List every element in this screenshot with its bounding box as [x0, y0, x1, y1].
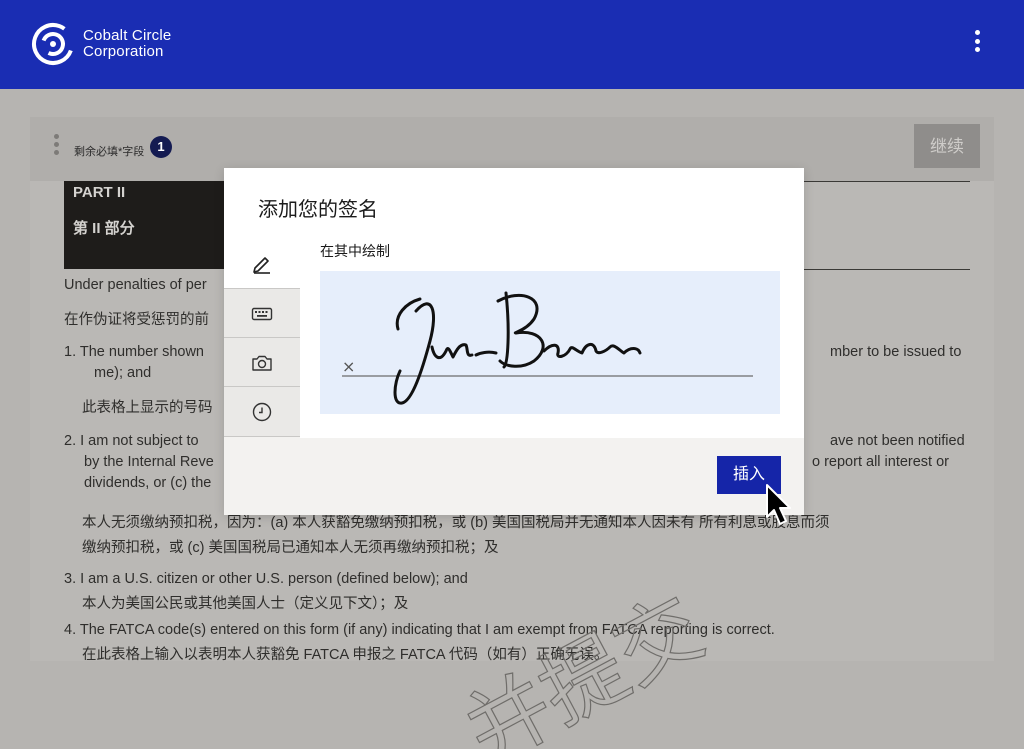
pencil-icon — [253, 257, 270, 274]
signature-modal: 添加您的签名 在其中绘制 × 插入 — [224, 168, 804, 515]
draw-panel: 在其中绘制 × — [300, 238, 804, 438]
doc-line: dividends, or (c) the — [84, 475, 212, 491]
brand-line-2: Corporation — [83, 43, 164, 60]
signature-x-mark: × — [342, 357, 355, 376]
brand-name: Cobalt Circle Corporation — [83, 28, 171, 60]
part-title-zh: 第 II 部分 — [73, 220, 135, 237]
doc-line: Under penalties of per — [64, 277, 207, 293]
divider — [790, 269, 970, 270]
remaining-fields-label: 剩余必填*字段 — [74, 146, 145, 158]
cobalt-circle-logo[interactable] — [31, 22, 75, 66]
signature-canvas[interactable]: × — [320, 271, 780, 414]
signature-drawing: × — [342, 291, 753, 405]
kebab-menu-icon[interactable] — [968, 30, 986, 58]
part-heading: PART II 第 II 部分 — [64, 181, 234, 269]
doc-line: me); and — [94, 365, 152, 381]
doc-line: 此表格上显示的号码 — [82, 400, 213, 416]
tab-draw[interactable] — [224, 238, 300, 288]
modal-title: 添加您的签名 — [258, 199, 378, 221]
doc-line: o report all interest or — [812, 454, 950, 470]
doc-line: ave not been notified — [830, 433, 965, 449]
mouse-cursor-icon — [766, 484, 791, 525]
clock-icon — [252, 402, 272, 422]
draw-label: 在其中绘制 — [320, 243, 390, 259]
divider — [790, 181, 970, 182]
remaining-count-badge: 1 — [150, 136, 172, 158]
app-header: Cobalt Circle Corporation — [0, 0, 1024, 89]
tab-camera[interactable] — [224, 337, 300, 386]
doc-line: 1. The number shown — [64, 344, 204, 360]
tab-history[interactable] — [224, 386, 300, 437]
modal-header: 添加您的签名 — [224, 168, 804, 238]
watermark: 并提交 — [449, 577, 719, 749]
keyboard-icon — [251, 307, 273, 321]
tab-type[interactable] — [224, 288, 300, 337]
camera-icon — [252, 355, 272, 371]
doc-line: 2. I am not subject to — [64, 433, 199, 449]
doc-line: 在作伪证将受惩罚的前 — [64, 312, 209, 328]
doc-line: by the Internal Reve — [84, 454, 214, 470]
drag-handle-icon[interactable] — [54, 134, 60, 160]
watermark-text: 并提交 — [450, 578, 719, 749]
doc-line: mber to be issued to — [830, 344, 962, 360]
continue-button[interactable]: 继续 — [914, 124, 980, 168]
part-title-en: PART II — [73, 184, 126, 201]
brand-line-1: Cobalt Circle — [83, 27, 172, 44]
